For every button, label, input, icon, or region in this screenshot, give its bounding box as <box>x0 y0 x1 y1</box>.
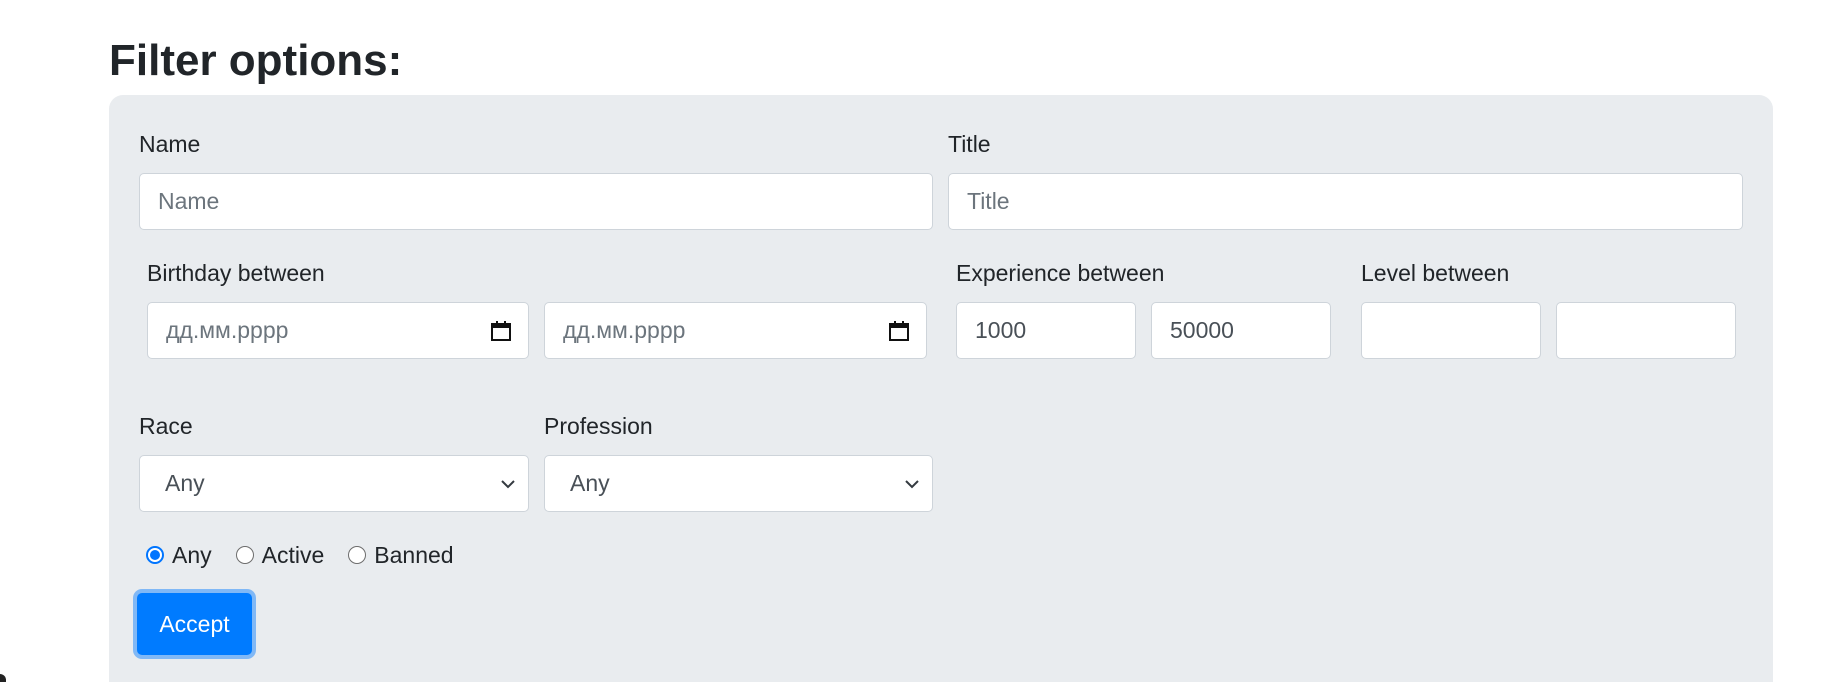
radio-active-label: Active <box>261 542 325 568</box>
birthday-from-input[interactable]: дд.мм.рррр <box>147 302 529 359</box>
profession-selected-value: Any <box>570 470 610 496</box>
chevron-down-icon <box>905 479 919 488</box>
radio-active-indicator[interactable] <box>235 546 254 564</box>
status-radio-active[interactable]: Active <box>235 541 325 569</box>
level-max-input[interactable] <box>1556 302 1736 359</box>
status-radio-group: Any Active Banned <box>146 541 478 569</box>
birthday-to-input[interactable]: дд.мм.рррр <box>544 302 927 359</box>
calendar-icon[interactable] <box>490 320 512 342</box>
radio-banned-indicator[interactable] <box>348 546 367 564</box>
window-corner <box>0 674 6 682</box>
race-label: Race <box>139 413 193 439</box>
profession-select[interactable]: Any <box>544 455 933 512</box>
radio-any-indicator[interactable] <box>146 546 164 564</box>
accept-button[interactable]: Accept <box>137 593 252 655</box>
experience-label: Experience between <box>956 260 1165 286</box>
race-selected-value: Any <box>165 470 205 496</box>
page-title: Filter options: <box>109 36 403 85</box>
experience-max-input[interactable] <box>1151 302 1331 359</box>
name-label: Name <box>139 131 201 157</box>
birthday-from-placeholder: дд.мм.рррр <box>166 317 289 343</box>
status-radio-any[interactable]: Any <box>146 541 212 569</box>
calendar-icon[interactable] <box>888 320 910 342</box>
title-input[interactable] <box>948 173 1743 230</box>
race-select[interactable]: Any <box>139 455 529 512</box>
chevron-down-icon <box>501 479 515 488</box>
title-label: Title <box>948 131 991 157</box>
level-label: Level between <box>1361 260 1510 286</box>
radio-banned-label: Banned <box>374 542 454 568</box>
level-min-input[interactable] <box>1361 302 1541 359</box>
birthday-to-placeholder: дд.мм.рррр <box>563 317 686 343</box>
status-radio-banned[interactable]: Banned <box>348 541 454 569</box>
experience-min-input[interactable] <box>956 302 1136 359</box>
filter-page: Filter options: Name Title Birthday betw… <box>0 0 1830 682</box>
profession-label: Profession <box>544 413 653 439</box>
birthday-label: Birthday between <box>147 260 325 286</box>
radio-any-label: Any <box>172 542 212 568</box>
name-input[interactable] <box>139 173 933 230</box>
